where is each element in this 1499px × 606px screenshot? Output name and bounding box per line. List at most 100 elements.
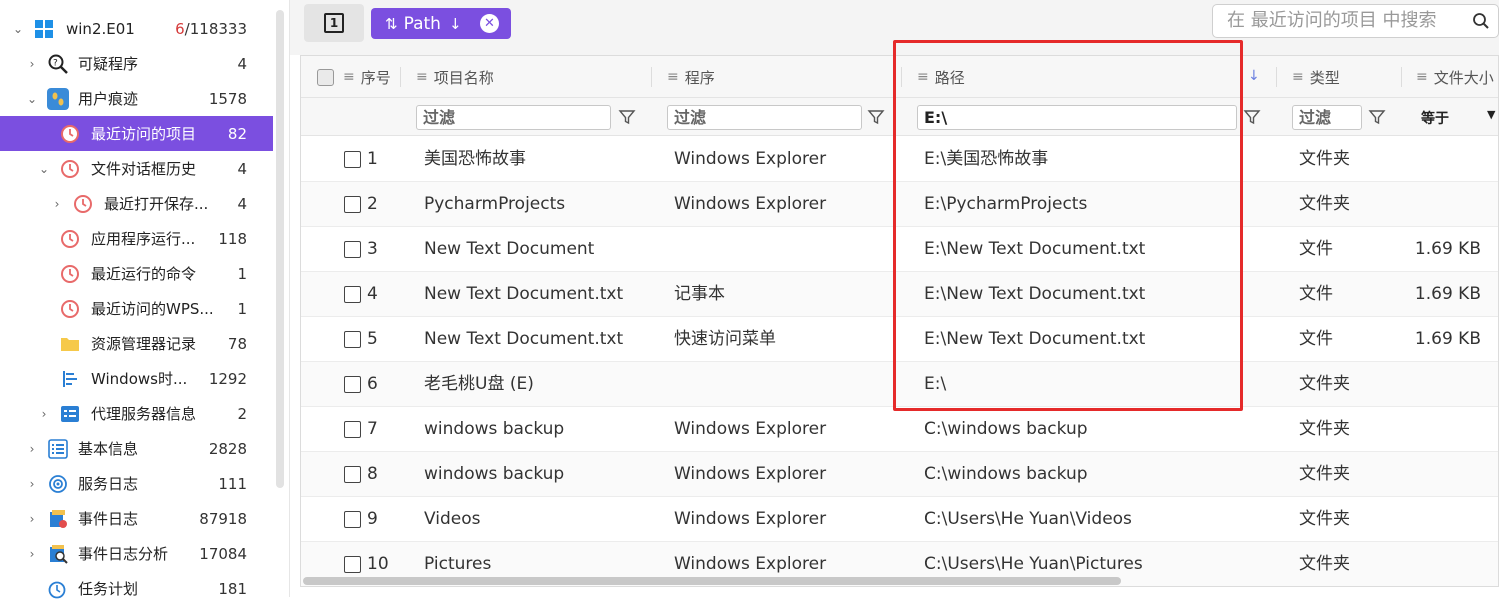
tree-item-proxy-info[interactable]: › 代理服务器信息 2 — [0, 396, 273, 431]
cell-path: C:\windows backup — [924, 419, 1088, 439]
chevron-right-icon[interactable]: › — [26, 513, 38, 525]
column-resizer[interactable] — [901, 67, 902, 87]
chevron-right-icon[interactable]: › — [38, 408, 50, 420]
row-checkbox[interactable] — [344, 556, 361, 573]
chevron-right-icon[interactable]: › — [26, 443, 38, 455]
tree-item-event-log-analysis[interactable]: › 事件日志分析 17084 — [0, 536, 273, 571]
select-all-checkbox[interactable] — [317, 69, 334, 86]
column-header-size[interactable]: ≡ 文件大小 — [1416, 56, 1494, 98]
filter-select-size[interactable]: 等于 ▼ — [1421, 108, 1498, 128]
chevron-right-icon[interactable]: › — [26, 58, 38, 70]
column-header-type[interactable]: ≡ 类型 — [1292, 56, 1340, 98]
tree-item-label: 可疑程序 — [78, 55, 139, 73]
filter-input-type[interactable]: 过滤 — [1292, 105, 1362, 130]
search-placeholder: 在 最近访问的项目 中搜索 — [1227, 10, 1437, 31]
row-checkbox[interactable] — [344, 286, 361, 303]
column-header-program[interactable]: ≡ 程序 — [667, 56, 715, 98]
chevron-down-icon[interactable]: ⌄ — [26, 93, 38, 105]
menu-icon[interactable]: ≡ — [917, 69, 929, 85]
column-resizer[interactable] — [651, 67, 652, 87]
tree-item-label: 事件日志 — [78, 510, 139, 528]
tree-item-windows-timeline[interactable]: Windows时... 1292 — [0, 361, 273, 396]
dropdown-arrow-icon: ▼ — [1487, 108, 1496, 121]
panel-toggle-button[interactable]: 1 — [304, 4, 364, 42]
filter-icon[interactable] — [867, 108, 885, 126]
tree-item-event-log[interactable]: › 事件日志 87918 — [0, 501, 273, 536]
menu-icon[interactable]: ≡ — [667, 69, 679, 85]
tree-item-label: 资源管理器记录 — [91, 335, 197, 353]
windows-icon — [33, 18, 55, 40]
row-checkbox[interactable] — [344, 196, 361, 213]
row-checkbox[interactable] — [344, 151, 361, 168]
scrollbar-thumb[interactable] — [303, 577, 1121, 585]
menu-icon[interactable]: ≡ — [1292, 69, 1304, 85]
filter-icon[interactable] — [1368, 108, 1386, 126]
menu-icon[interactable]: ≡ — [343, 69, 355, 85]
chevron-down-icon[interactable]: ⌄ — [38, 163, 50, 175]
tree-item-suspicious-programs[interactable]: › ? 可疑程序 4 — [0, 46, 273, 81]
filter-input-name[interactable]: 过滤 — [416, 105, 611, 130]
row-checkbox[interactable] — [344, 331, 361, 348]
tree-item-label: win2.E01 — [66, 19, 135, 38]
sort-desc-icon[interactable]: ↓ — [1248, 68, 1260, 84]
filter-icon[interactable] — [1243, 108, 1261, 126]
column-resizer[interactable] — [1276, 67, 1277, 87]
sort-chip[interactable]: ⇅ Path ↓ ✕ — [371, 8, 511, 39]
table-row[interactable]: 4 New Text Document.txt 记事本 E:\New Text … — [301, 272, 1498, 317]
chevron-down-icon[interactable]: ⌄ — [12, 23, 24, 35]
row-checkbox[interactable] — [344, 241, 361, 258]
tree-item-recent-open-save[interactable]: › 最近打开保存... 4 — [0, 186, 273, 221]
chevron-right-icon[interactable]: › — [26, 548, 38, 560]
clock-icon — [59, 263, 81, 285]
cell-size — [1411, 497, 1481, 542]
row-checkbox[interactable] — [344, 421, 361, 438]
menu-icon[interactable]: ≡ — [1416, 69, 1428, 85]
horizontal-scrollbar[interactable] — [301, 575, 1498, 586]
total-count: /118333 — [184, 19, 247, 38]
tree-item-file-dialog-history[interactable]: ⌄ 文件对话框历史 4 — [0, 151, 273, 186]
column-resizer[interactable] — [1401, 67, 1402, 87]
row-checkbox[interactable] — [344, 376, 361, 393]
tree-item-service-log[interactable]: › 服务日志 111 — [0, 466, 273, 501]
tree-item-recent-items[interactable]: 最近访问的项目 82 — [0, 116, 273, 151]
column-header-no[interactable]: ≡ 序号 — [343, 56, 391, 98]
cell-name: 老毛桃U盘 (E) — [424, 374, 534, 394]
table-row[interactable]: 3 New Text Document E:\New Text Document… — [301, 227, 1498, 272]
panel-divider[interactable] — [289, 0, 290, 597]
tree-item-user-traces[interactable]: ⌄ 用户痕迹 1578 — [0, 81, 273, 116]
search-input[interactable]: 在 最近访问的项目 中搜索 — [1212, 4, 1499, 38]
tree-item-evidence[interactable]: ⌄ win2.E01 6/118333 — [0, 11, 273, 46]
row-checkbox[interactable] — [344, 466, 361, 483]
tree-item-basic-info[interactable]: › 基本信息 2828 — [0, 431, 273, 466]
chevron-right-icon[interactable]: › — [26, 478, 38, 490]
filter-input-program[interactable]: 过滤 — [667, 105, 862, 130]
table-row[interactable]: 2 PycharmProjects Windows Explorer E:\Py… — [301, 182, 1498, 227]
column-resizer[interactable] — [400, 67, 401, 87]
cell-path: E:\New Text Document.txt — [924, 329, 1146, 349]
footprints-icon — [47, 87, 69, 110]
tree-item-task-schedule[interactable]: 任务计划 181 — [0, 571, 273, 606]
table-row[interactable]: 1 美国恐怖故事 Windows Explorer E:\美国恐怖故事 文件夹 — [301, 137, 1498, 182]
tree-item-explorer-records[interactable]: 资源管理器记录 78 — [0, 326, 273, 361]
tree-item-app-run[interactable]: 应用程序运行... 118 — [0, 221, 273, 256]
search-icon[interactable] — [1472, 12, 1490, 30]
table-row[interactable]: 5 New Text Document.txt 快速访问菜单 E:\New Te… — [301, 317, 1498, 362]
column-header-path[interactable]: ≡ 路径 — [917, 56, 965, 98]
tree-item-recent-commands[interactable]: 最近运行的命令 1 — [0, 256, 273, 291]
table-row[interactable]: 7 windows backup Windows Explorer C:\win… — [301, 407, 1498, 452]
row-checkbox[interactable] — [344, 511, 361, 528]
arrow-down-icon: ↓ — [448, 14, 462, 33]
menu-icon[interactable]: ≡ — [416, 69, 428, 85]
chevron-right-icon[interactable]: › — [51, 198, 63, 210]
sidebar-scrollbar[interactable] — [276, 10, 284, 488]
column-header-name[interactable]: ≡ 项目名称 — [416, 56, 494, 98]
cell-no: 9 — [367, 509, 378, 529]
table-row[interactable]: 6 老毛桃U盘 (E) E:\ 文件夹 — [301, 362, 1498, 407]
table-row[interactable]: 9 Videos Windows Explorer C:\Users\He Yu… — [301, 497, 1498, 542]
cell-name: 美国恐怖故事 — [424, 149, 526, 169]
tree-item-recent-wps[interactable]: 最近访问的WPS... 1 — [0, 291, 273, 326]
filter-input-path[interactable]: E:\ — [917, 105, 1237, 130]
table-row[interactable]: 8 windows backup Windows Explorer C:\win… — [301, 452, 1498, 497]
close-icon[interactable]: ✕ — [480, 14, 499, 33]
filter-icon[interactable] — [618, 108, 636, 126]
